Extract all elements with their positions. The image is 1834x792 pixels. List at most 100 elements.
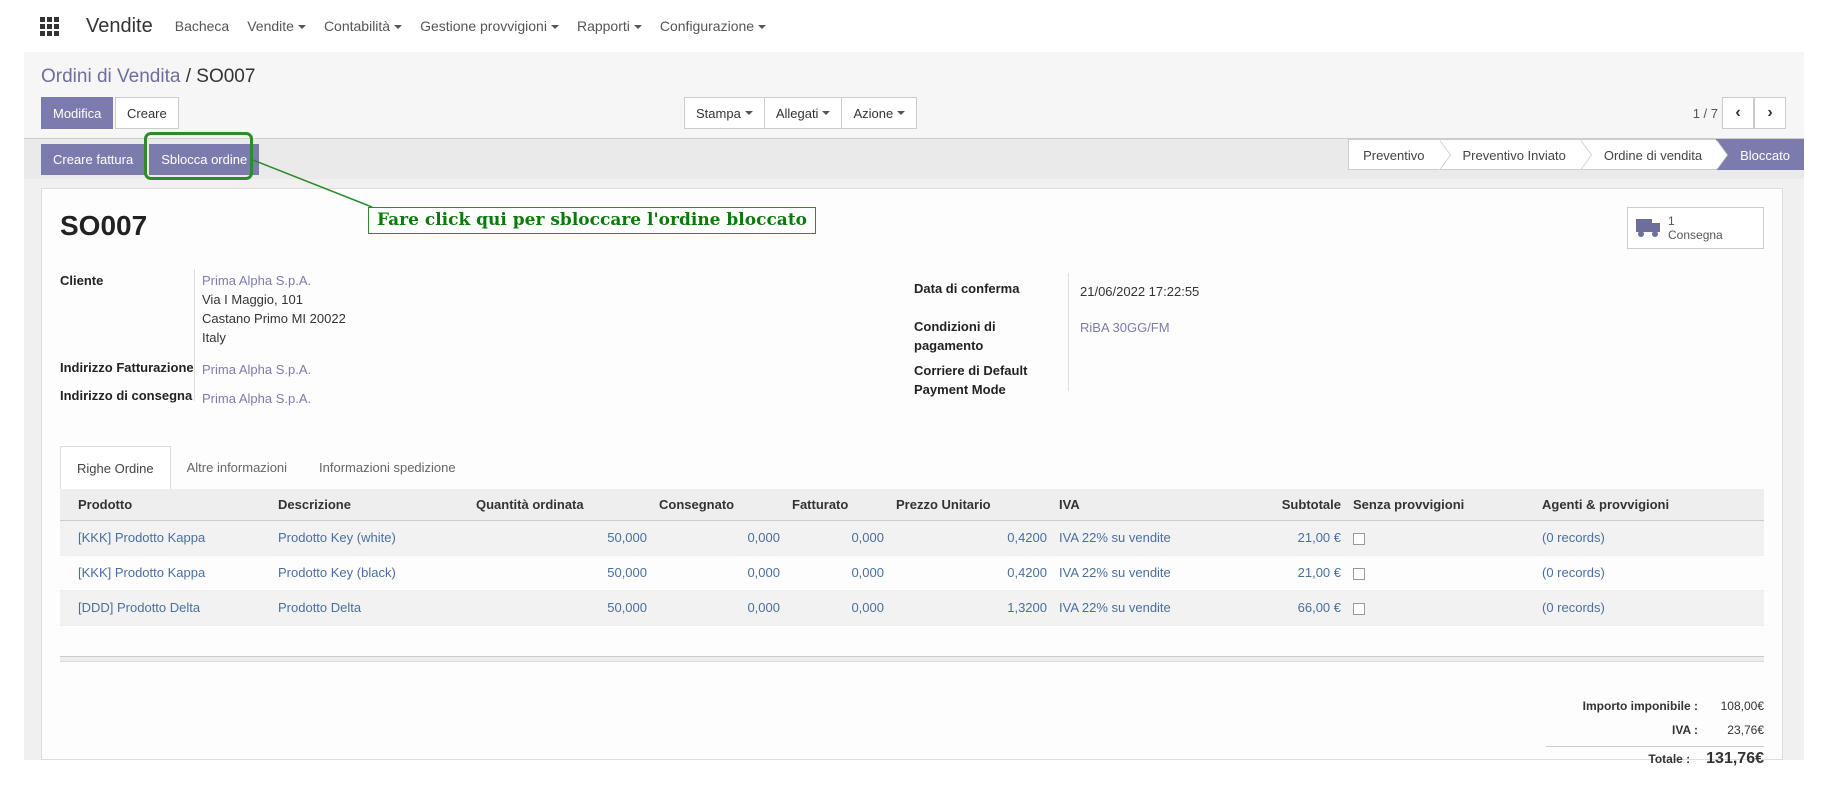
delivery-address-value[interactable]: Prima Alpha S.p.A. bbox=[202, 389, 311, 408]
caret-down-icon bbox=[633, 25, 642, 30]
action-dropdown[interactable]: Azione bbox=[841, 97, 918, 129]
cell-agents[interactable]: (0 records) bbox=[1536, 555, 1764, 591]
create-button[interactable]: Creare bbox=[115, 97, 179, 129]
cell-no-commission bbox=[1347, 520, 1536, 556]
column-header[interactable]: Subtotale bbox=[1241, 489, 1347, 521]
create-invoice-button[interactable]: Creare fattura bbox=[41, 144, 146, 175]
caret-down-icon bbox=[550, 25, 559, 30]
cell-no-commission bbox=[1347, 590, 1536, 626]
untaxed-value: 108,00€ bbox=[1720, 699, 1764, 713]
cell-unit-price[interactable]: 0,4200 bbox=[890, 520, 1053, 556]
cell-qty[interactable]: 50,000 bbox=[470, 555, 653, 591]
customer-field: Prima Alpha S.p.A. Via I Maggio, 101 Cas… bbox=[202, 271, 346, 347]
pager-previous-button[interactable]: ‹ bbox=[1722, 97, 1754, 129]
cell-product[interactable]: [DDD] Prodotto Delta bbox=[60, 590, 272, 626]
annotation-callout: Fare click qui per sbloccare l'ordine bl… bbox=[368, 207, 817, 234]
breadcrumb-current: SO007 bbox=[196, 66, 256, 87]
menu-vendite[interactable]: Vendite bbox=[247, 18, 306, 34]
breadcrumb: Ordini di Vendita / SO007 bbox=[41, 66, 255, 88]
payment-mode-label: Corriere di Default Payment Mode bbox=[914, 363, 1028, 397]
status-bar: Creare fattura Sblocca ordine Preventivo… bbox=[24, 139, 1804, 179]
cell-invoiced: 0,000 bbox=[786, 590, 890, 626]
tax-value: 23,76€ bbox=[1727, 723, 1764, 737]
cell-product[interactable]: [KKK] Prodotto Kappa bbox=[60, 555, 272, 591]
cell-invoiced: 0,000 bbox=[786, 520, 890, 556]
menu-gestione-provvigioni[interactable]: Gestione provvigioni bbox=[420, 18, 559, 34]
delivery-smart-button[interactable]: 1 Consegna bbox=[1627, 207, 1764, 249]
main-menu: Bacheca Vendite Contabilità Gestione pro… bbox=[175, 18, 784, 34]
column-header[interactable]: Prezzo Unitario bbox=[890, 489, 1053, 521]
tab-informazioni-spedizione[interactable]: Informazioni spedizione bbox=[303, 446, 472, 490]
cell-delivered: 0,000 bbox=[653, 520, 786, 556]
cell-subtotal: 21,00 € bbox=[1241, 520, 1347, 556]
table-header-row: Prodotto Descrizione Quantità ordinata C… bbox=[60, 489, 1764, 521]
checkbox[interactable] bbox=[1353, 532, 1365, 545]
cell-agents[interactable]: (0 records) bbox=[1536, 520, 1764, 556]
truck-icon bbox=[1636, 219, 1660, 237]
pager-next-button[interactable]: › bbox=[1754, 97, 1786, 129]
cell-description[interactable]: Prodotto Delta bbox=[272, 590, 470, 626]
menu-contabilita[interactable]: Contabilità bbox=[324, 18, 403, 34]
caret-down-icon bbox=[744, 111, 753, 115]
confirm-date-label: Data di conferma bbox=[914, 281, 1020, 296]
menu-bacheca[interactable]: Bacheca bbox=[175, 18, 229, 34]
caret-down-icon bbox=[758, 25, 767, 30]
cell-tax[interactable]: IVA 22% su vendite bbox=[1053, 520, 1241, 556]
pager: 1 / 7 ‹ › bbox=[1693, 97, 1786, 129]
breadcrumb-parent[interactable]: Ordini di Vendita bbox=[41, 66, 180, 87]
pager-value[interactable]: 1 / 7 bbox=[1693, 106, 1718, 121]
caret-down-icon bbox=[822, 111, 831, 115]
apps-grid-icon[interactable] bbox=[40, 17, 62, 36]
column-header[interactable]: Quantità ordinata bbox=[470, 489, 653, 521]
column-header[interactable]: Prodotto bbox=[60, 489, 272, 521]
status-step-preventivo-inviato[interactable]: Preventivo Inviato bbox=[1438, 139, 1593, 170]
table-row[interactable]: [DDD] Prodotto Delta Prodotto Delta 50,0… bbox=[60, 590, 1764, 626]
customer-address-line: Italy bbox=[202, 330, 226, 345]
cell-agents[interactable]: (0 records) bbox=[1536, 590, 1764, 626]
cell-qty[interactable]: 50,000 bbox=[470, 520, 653, 556]
order-totals: Importo imponibile :108,00€ IVA :23,76€ … bbox=[1546, 694, 1764, 770]
cell-product[interactable]: [KKK] Prodotto Kappa bbox=[60, 520, 272, 556]
column-header[interactable]: Consegnato bbox=[653, 489, 786, 521]
caret-down-icon bbox=[897, 111, 906, 115]
tab-altre-informazioni[interactable]: Altre informazioni bbox=[171, 446, 303, 490]
customer-address-line: Via I Maggio, 101 bbox=[202, 292, 303, 307]
cell-unit-price[interactable]: 1,3200 bbox=[890, 590, 1053, 626]
checkbox[interactable] bbox=[1353, 567, 1365, 580]
delivery-label: Consegna bbox=[1668, 228, 1723, 242]
cell-description[interactable]: Prodotto Key (black) bbox=[272, 555, 470, 591]
app-window: Vendite Bacheca Vendite Contabilità Gest… bbox=[24, 0, 1804, 767]
tab-righe-ordine[interactable]: Righe Ordine bbox=[60, 446, 171, 490]
print-dropdown[interactable]: Stampa bbox=[684, 97, 765, 129]
payment-terms-value[interactable]: RiBA 30GG/FM bbox=[1080, 318, 1170, 337]
column-header[interactable]: Senza provvigioni bbox=[1347, 489, 1536, 521]
column-header[interactable]: Agenti & provvigioni bbox=[1536, 489, 1764, 521]
customer-name[interactable]: Prima Alpha S.p.A. bbox=[202, 271, 346, 290]
cell-qty[interactable]: 50,000 bbox=[470, 590, 653, 626]
cell-delivered: 0,000 bbox=[653, 590, 786, 626]
cell-tax[interactable]: IVA 22% su vendite bbox=[1053, 555, 1241, 591]
app-name: Vendite bbox=[86, 14, 153, 37]
column-header[interactable]: Fatturato bbox=[786, 489, 890, 521]
status-step-ordine-di-vendita[interactable]: Ordine di vendita bbox=[1579, 139, 1729, 170]
caret-down-icon bbox=[297, 25, 306, 30]
total-label: Totale : bbox=[1648, 751, 1691, 766]
column-header[interactable]: Descrizione bbox=[272, 489, 470, 521]
menu-rapporti[interactable]: Rapporti bbox=[577, 18, 642, 34]
checkbox[interactable] bbox=[1353, 602, 1365, 615]
cell-description[interactable]: Prodotto Key (white) bbox=[272, 520, 470, 556]
cell-tax[interactable]: IVA 22% su vendite bbox=[1053, 590, 1241, 626]
status-step-bloccato: Bloccato bbox=[1716, 139, 1804, 170]
column-header[interactable]: IVA bbox=[1053, 489, 1241, 521]
status-step-preventivo[interactable]: Preventivo bbox=[1348, 139, 1451, 170]
table-row[interactable]: [KKK] Prodotto Kappa Prodotto Key (black… bbox=[60, 555, 1764, 591]
table-row[interactable]: [KKK] Prodotto Kappa Prodotto Key (white… bbox=[60, 520, 1764, 556]
attachments-dropdown[interactable]: Allegati bbox=[763, 97, 843, 129]
top-navbar: Vendite Bacheca Vendite Contabilità Gest… bbox=[24, 0, 1804, 52]
edit-button[interactable]: Modifica bbox=[41, 97, 114, 129]
tax-label: IVA : bbox=[1672, 723, 1698, 737]
invoice-address-value[interactable]: Prima Alpha S.p.A. bbox=[202, 360, 311, 379]
table-footer bbox=[60, 656, 1764, 662]
menu-configurazione[interactable]: Configurazione bbox=[660, 18, 767, 34]
cell-unit-price[interactable]: 0,4200 bbox=[890, 555, 1053, 591]
